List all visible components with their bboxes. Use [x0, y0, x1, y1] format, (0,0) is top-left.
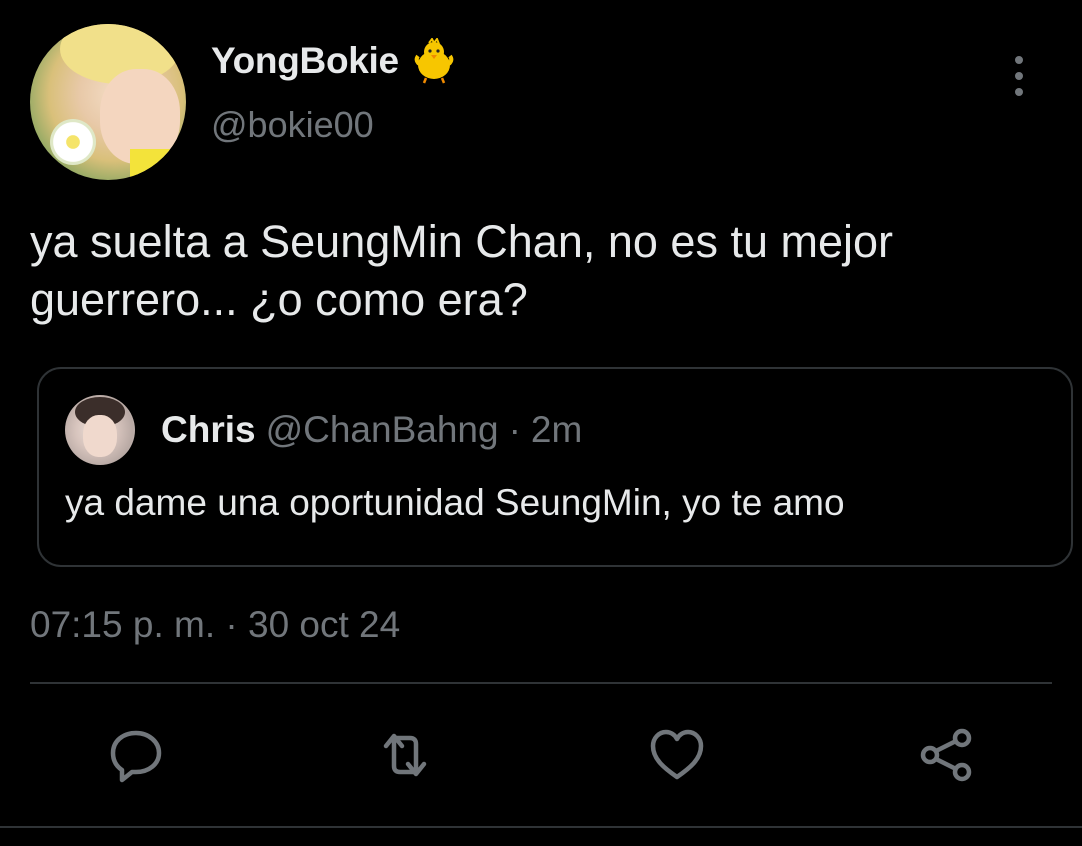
quoted-tweet-card[interactable]: Chris @ChanBahng · 2m ya dame una oportu… [37, 367, 1073, 567]
divider [30, 682, 1052, 684]
tweet-actions-bar [0, 722, 1082, 788]
quoted-tweet-header: Chris @ChanBahng · 2m [161, 409, 582, 451]
quoted-tweet-time: 2m [530, 409, 583, 450]
share-button[interactable] [913, 722, 979, 788]
share-icon [920, 728, 972, 782]
retweet-button[interactable] [372, 722, 438, 788]
reply-icon [110, 730, 162, 783]
avatar-flower [50, 119, 96, 165]
more-options-icon[interactable] [1008, 56, 1030, 96]
author-handle[interactable]: @bokie00 [211, 104, 374, 146]
bottom-divider [0, 826, 1082, 828]
quoted-author-avatar [65, 395, 135, 465]
quoted-author-name: Chris [161, 409, 256, 450]
quoted-separator: · [508, 409, 521, 450]
quoted-author-handle: @ChanBahng [265, 409, 499, 450]
author-display-name[interactable]: YongBokie [211, 40, 399, 82]
author-avatar[interactable] [30, 24, 186, 180]
avatar-shirt [130, 149, 186, 180]
author-name-row: YongBokie [211, 36, 457, 84]
quoted-tweet-text: ya dame una oportunidad SeungMin, yo te … [65, 482, 845, 523]
quoted-avatar-face [83, 415, 117, 457]
tweet-timestamp[interactable]: 07:15 p. m. · 30 oct 24 [30, 604, 400, 646]
retweet-icon [383, 733, 427, 777]
tweet-text: ya suelta a SeungMin Chan, no es tu mejo… [30, 216, 893, 325]
chick-emoji-icon [411, 36, 457, 84]
reply-button[interactable] [103, 722, 169, 788]
like-button[interactable] [644, 722, 710, 788]
like-icon [650, 729, 704, 780]
